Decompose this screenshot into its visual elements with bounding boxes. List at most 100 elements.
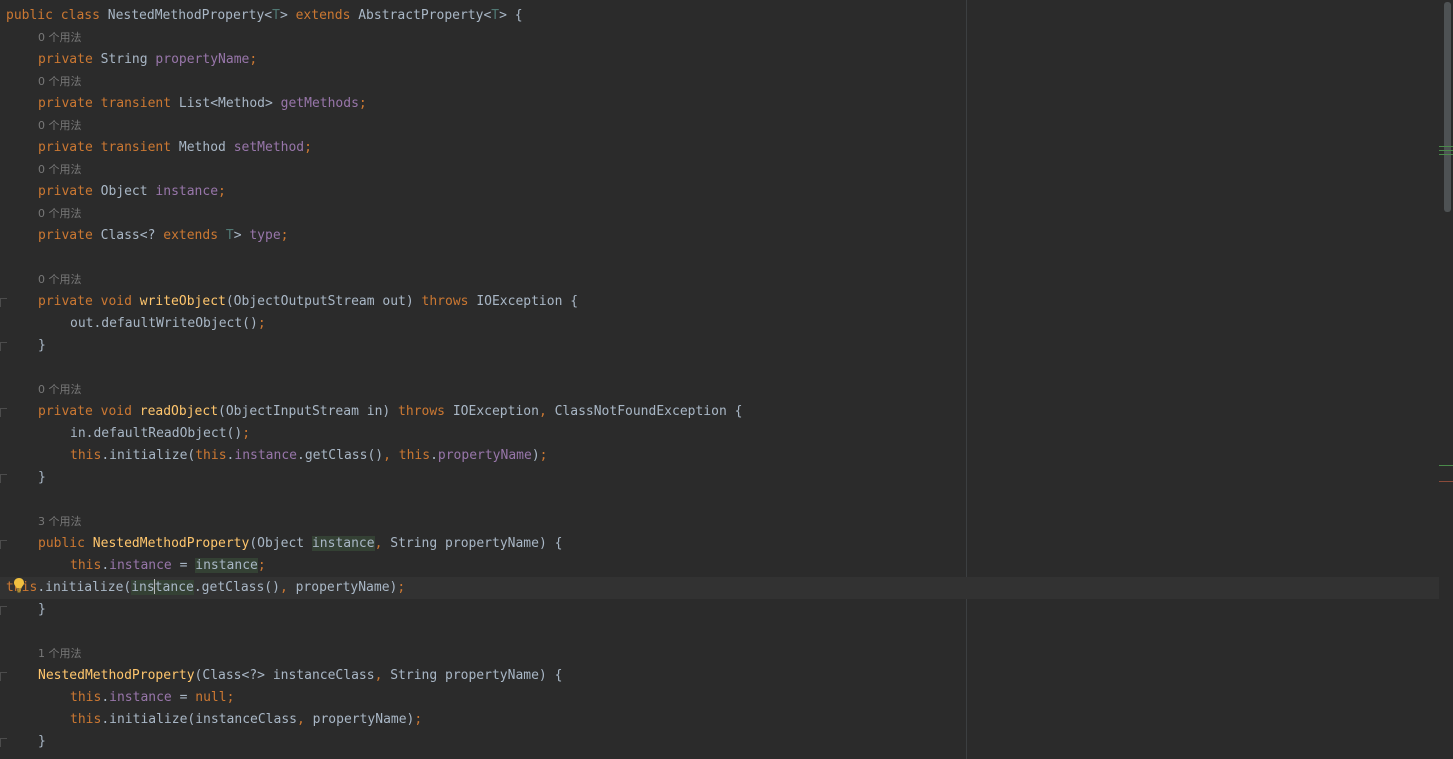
- code-token: T: [272, 8, 280, 23]
- code-line[interactable]: this.initialize(instanceClass, propertyN…: [6, 709, 1439, 731]
- code-token: this: [70, 448, 102, 463]
- code-line[interactable]: }: [6, 599, 1439, 621]
- code-token: .initialize(instanceClass: [101, 712, 297, 727]
- code-token: ;: [226, 690, 235, 705]
- code-token: instance: [109, 690, 172, 705]
- code-line[interactable]: in.defaultReadObject();: [6, 423, 1439, 445]
- code-token: this: [70, 558, 102, 573]
- usage-hint[interactable]: 0 个用法: [6, 71, 1439, 93]
- code-token: .initialize(: [37, 580, 132, 595]
- code-line[interactable]: private Object instance;: [6, 181, 1439, 203]
- code-line[interactable]: private String propertyName;: [6, 49, 1439, 71]
- code-token: ,: [374, 668, 391, 683]
- code-token: instance: [109, 558, 172, 573]
- code-token: .getClass(): [193, 580, 280, 595]
- code-token: > {: [499, 8, 523, 23]
- usage-hint[interactable]: 0 个用法: [6, 269, 1439, 291]
- code-token: instance: [311, 536, 375, 551]
- code-token: ,: [538, 404, 555, 419]
- vertical-scrollbar[interactable]: [1439, 0, 1453, 759]
- code-line[interactable]: }: [6, 467, 1439, 489]
- fold-marker-icon[interactable]: [0, 606, 7, 615]
- code-token: AbstractProperty: [358, 8, 484, 23]
- code-line[interactable]: public class NestedMethodProperty<T> ext…: [6, 5, 1439, 27]
- code-token: ins: [131, 580, 155, 595]
- code-token: }: [38, 734, 46, 749]
- change-marker[interactable]: [1439, 154, 1453, 155]
- code-token: private: [38, 184, 101, 199]
- code-token: =: [171, 558, 196, 573]
- usage-hint[interactable]: 0 个用法: [6, 159, 1439, 181]
- code-area[interactable]: public class NestedMethodProperty<T> ext…: [0, 5, 1453, 753]
- usage-hint[interactable]: 3 个用法: [6, 511, 1439, 533]
- code-token: readObject: [139, 404, 219, 419]
- code-token: .: [430, 448, 438, 463]
- code-token: ;: [539, 448, 548, 463]
- code-token: tance: [154, 580, 194, 595]
- code-line[interactable]: out.defaultWriteObject();: [6, 313, 1439, 335]
- code-token: private transient: [38, 140, 179, 155]
- code-editor[interactable]: public class NestedMethodProperty<T> ext…: [0, 0, 1453, 759]
- code-token: NestedMethodProperty: [92, 536, 250, 551]
- code-token: ,: [383, 448, 399, 463]
- code-line[interactable]: this.initialize(this.instance.getClass()…: [6, 445, 1439, 467]
- code-token: throws: [398, 404, 453, 419]
- warning-marker[interactable]: [1439, 481, 1453, 482]
- code-token: setMethod: [233, 140, 305, 155]
- code-line[interactable]: public NestedMethodProperty(Object insta…: [6, 533, 1439, 555]
- code-token: ClassNotFoundException {: [554, 404, 743, 419]
- code-token: Method: [178, 140, 234, 155]
- change-marker[interactable]: [1439, 150, 1453, 151]
- fold-marker-icon[interactable]: [0, 298, 7, 307]
- fold-marker-icon[interactable]: [0, 342, 7, 351]
- lightbulb-icon[interactable]: [13, 577, 25, 593]
- fold-marker-icon[interactable]: [0, 474, 7, 483]
- code-line[interactable]: private transient Method setMethod;: [6, 137, 1439, 159]
- usage-hint[interactable]: 0 个用法: [6, 203, 1439, 225]
- code-token: instance: [155, 184, 219, 199]
- code-token: <: [264, 8, 273, 23]
- code-token: extends: [163, 228, 226, 243]
- code-token: this: [70, 712, 102, 727]
- change-marker[interactable]: [1439, 146, 1453, 147]
- scrollbar-thumb[interactable]: [1444, 2, 1451, 212]
- usage-hint[interactable]: 0 个用法: [6, 379, 1439, 401]
- code-token: ,: [279, 580, 296, 595]
- code-token: private: [38, 52, 101, 67]
- code-line[interactable]: }: [6, 731, 1439, 753]
- usage-hint[interactable]: 0 个用法: [6, 27, 1439, 49]
- code-token: getMethods: [280, 96, 359, 111]
- code-token: (Class<?> instanceClass: [194, 668, 375, 683]
- code-token: null: [195, 690, 227, 705]
- code-token: NestedMethodProperty: [107, 8, 265, 23]
- code-token: .: [101, 690, 110, 705]
- usage-hint[interactable]: 0 个用法: [6, 115, 1439, 137]
- fold-marker-icon[interactable]: [0, 738, 7, 747]
- code-token: writeObject: [139, 294, 226, 309]
- change-marker[interactable]: [1439, 465, 1453, 466]
- code-token: T: [225, 228, 234, 243]
- code-token: this: [195, 448, 227, 463]
- code-line[interactable]: }: [6, 335, 1439, 357]
- code-line[interactable]: private void writeObject(ObjectOutputStr…: [6, 291, 1439, 313]
- code-token: propertyName: [155, 52, 250, 67]
- code-token: type: [249, 228, 281, 243]
- code-line[interactable]: this.initialize(instance.getClass(), pro…: [0, 577, 1453, 599]
- code-token: List<Method>: [178, 96, 281, 111]
- code-token: IOException {: [476, 294, 579, 309]
- fold-marker-icon[interactable]: [0, 672, 7, 681]
- code-token: this: [398, 448, 431, 463]
- code-line[interactable]: NestedMethodProperty(Class<?> instanceCl…: [6, 665, 1439, 687]
- fold-marker-icon[interactable]: [0, 540, 7, 549]
- code-line[interactable]: private transient List<Method> getMethod…: [6, 93, 1439, 115]
- code-line[interactable]: private void readObject(ObjectInputStrea…: [6, 401, 1439, 423]
- code-line[interactable]: this.instance = instance;: [6, 555, 1439, 577]
- usage-hint[interactable]: 1 个用法: [6, 643, 1439, 665]
- code-token: public: [38, 536, 93, 551]
- code-token: instance: [234, 448, 297, 463]
- fold-marker-icon[interactable]: [0, 408, 7, 417]
- code-line[interactable]: private Class<? extends T> type;: [6, 225, 1439, 247]
- code-line[interactable]: this.instance = null;: [6, 687, 1439, 709]
